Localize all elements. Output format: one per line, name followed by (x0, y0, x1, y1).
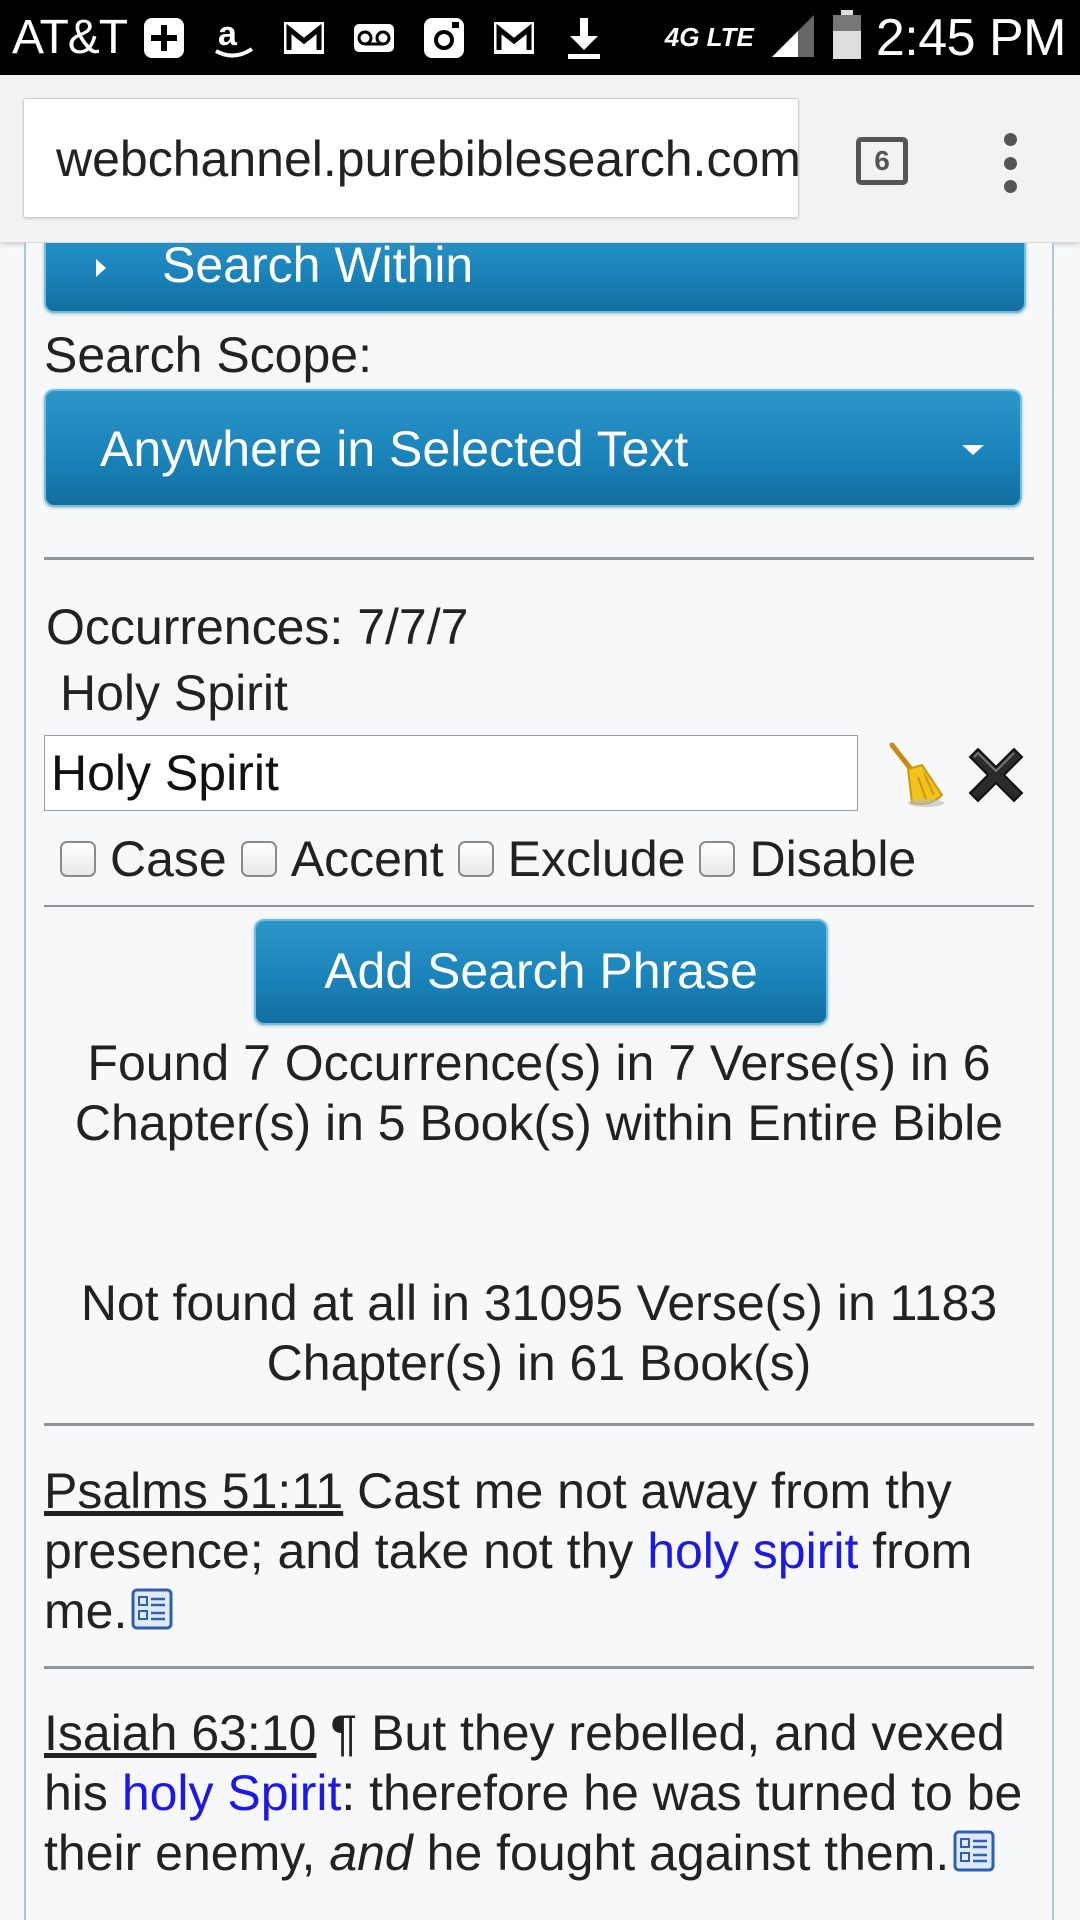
search-within-label: Search Within (162, 243, 474, 293)
status-bar: AT&T a 4G LTE 2:45 PM (0, 0, 1080, 75)
gmail-icon (491, 15, 537, 61)
verse-reference-link[interactable]: Isaiah 63:10 (44, 1705, 316, 1761)
expand-triangle-icon (96, 259, 106, 277)
verse-result: Isaiah 63:10 ¶ But they rebelled, and ve… (44, 1703, 1034, 1883)
disable-label: Disable (749, 831, 917, 887)
search-within-header[interactable]: Search Within (44, 243, 1026, 313)
search-scope-value: Anywhere in Selected Text (100, 421, 689, 477)
verse-highlight: holy spirit (647, 1523, 859, 1579)
browser-toolbar: webchannel.purebiblesearch.com 6 (0, 75, 1080, 243)
verse-text: he fought against them. (412, 1825, 950, 1881)
carrier-label: AT&T (12, 11, 128, 64)
search-scope-label: Search Scope: (44, 327, 372, 383)
battery-icon (832, 10, 862, 65)
chevron-down-icon (962, 445, 984, 455)
exclude-checkbox[interactable] (457, 841, 494, 877)
clear-broom-icon[interactable] (878, 739, 948, 809)
url-bar[interactable]: webchannel.purebiblesearch.com (23, 98, 799, 218)
tab-switcher-button[interactable]: 6 (856, 137, 908, 185)
case-label: Case (110, 831, 227, 887)
divider (44, 905, 1034, 907)
download-icon (561, 15, 607, 61)
signal-icon (768, 13, 818, 62)
svg-text:a: a (218, 15, 238, 53)
voicemail-icon (351, 15, 397, 61)
occurrences-count: Occurrences: 7/7/7 (46, 599, 469, 655)
plus-box-icon (141, 15, 187, 61)
divider (44, 557, 1034, 560)
divider (44, 1666, 1034, 1669)
network-type-icon: 4G LTE (664, 22, 754, 52)
clock: 2:45 PM (875, 8, 1067, 67)
verse-italic-text: and (329, 1825, 413, 1881)
exclude-label: Exclude (507, 831, 686, 887)
gmail-icon (281, 15, 327, 61)
overflow-menu-icon[interactable] (996, 133, 1024, 193)
page-content: Search Within Search Scope: Anywhere in … (24, 243, 1054, 1920)
instagram-icon (421, 15, 467, 61)
search-phrase-input[interactable] (44, 735, 858, 811)
phrase-options: Case Accent Exclude Disable (56, 829, 926, 889)
disable-checkbox[interactable] (699, 841, 736, 877)
case-checkbox[interactable] (60, 841, 96, 877)
add-search-phrase-button[interactable]: Add Search Phrase (254, 919, 828, 1025)
found-summary: Found 7 Occurrence(s) in 7 Verse(s) in 6… (74, 1035, 1004, 1151)
divider (44, 1423, 1034, 1426)
not-found-summary: Not found at all in 31095 Verse(s) in 11… (80, 1275, 998, 1391)
accent-label: Accent (290, 831, 444, 887)
verse-result: Psalms 51:11 Cast me not away from thy p… (44, 1461, 1034, 1641)
verse-reference-link[interactable]: Psalms 51:11 (44, 1463, 343, 1519)
search-scope-select[interactable]: Anywhere in Selected Text (44, 389, 1022, 507)
amazon-icon: a (211, 15, 257, 61)
verse-details-icon[interactable] (131, 1583, 173, 1630)
verse-details-icon[interactable] (953, 1825, 995, 1872)
search-phrase-title: Holy Spirit (60, 665, 288, 721)
accent-checkbox[interactable] (240, 841, 277, 877)
verse-highlight: holy Spirit (121, 1765, 342, 1821)
remove-phrase-icon[interactable] (958, 737, 1034, 813)
